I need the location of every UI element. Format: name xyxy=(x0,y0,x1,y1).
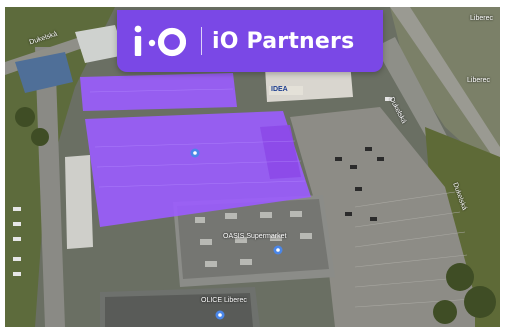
place-label: OLICE Liberec xyxy=(201,297,247,304)
city-label: Liberec xyxy=(467,77,490,84)
brand-badge: iO Partners xyxy=(117,10,383,72)
badge-divider xyxy=(201,27,202,55)
map-pin-icon xyxy=(190,148,200,158)
map-pin-icon xyxy=(215,310,225,320)
screenshot-frame: Dukelská IDEA Dukelská Dukelská Liberec … xyxy=(0,0,505,329)
building-pin-label: OASIS Supermarket xyxy=(223,233,287,240)
store-sign-label: IDEA xyxy=(271,86,288,93)
io-logo-icon xyxy=(134,25,186,57)
io-logo xyxy=(117,10,201,72)
brand-name: iO Partners xyxy=(212,28,355,54)
map-pin-icon xyxy=(273,245,283,255)
city-label: Liberec xyxy=(470,15,493,22)
